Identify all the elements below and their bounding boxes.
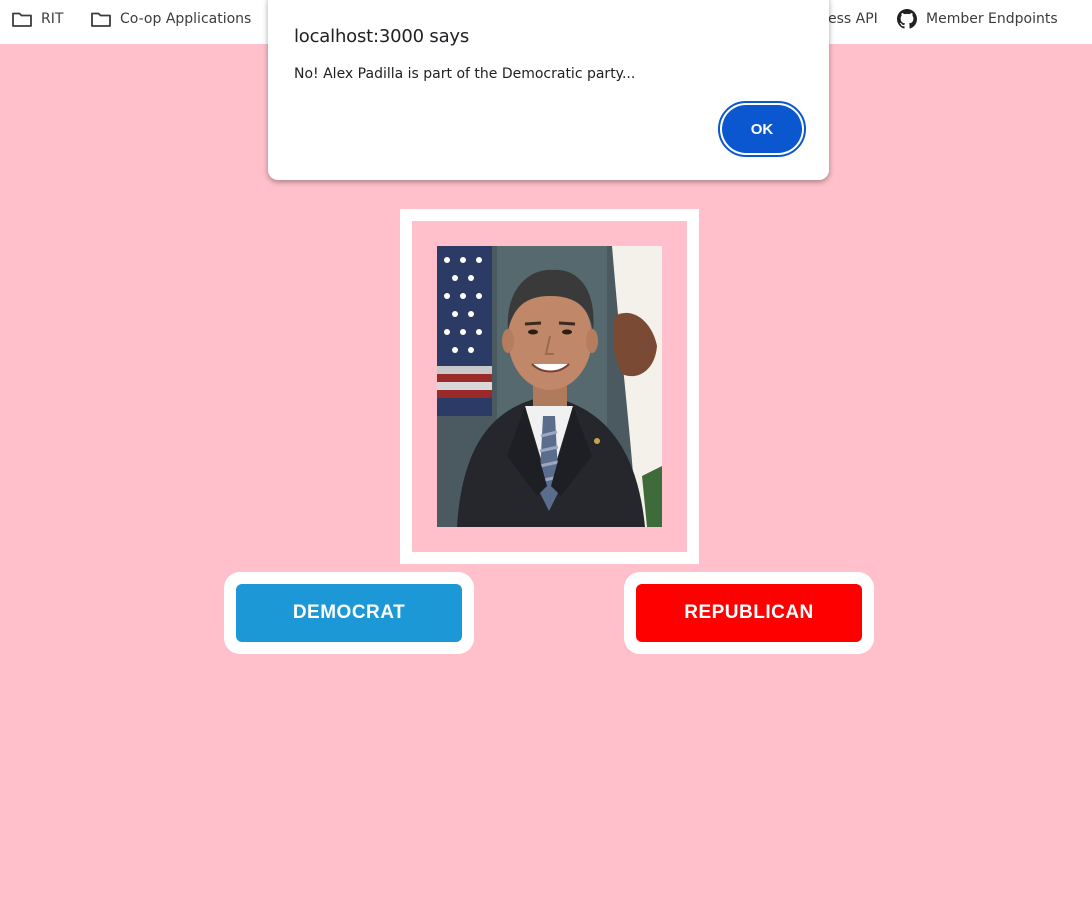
bookmark-coop-applications[interactable]: Co-op Applications bbox=[90, 0, 251, 37]
folder-icon bbox=[11, 9, 33, 29]
ok-button[interactable]: OK bbox=[718, 101, 806, 157]
bookmark-label: Member Endpoints bbox=[926, 10, 1058, 27]
bookmark-label: ess API bbox=[828, 10, 878, 27]
github-icon bbox=[896, 8, 918, 29]
senator-portrait bbox=[437, 246, 662, 527]
dialog-message: No! Alex Padilla is part of the Democrat… bbox=[294, 66, 636, 82]
bookmark-rit[interactable]: RIT bbox=[11, 0, 63, 37]
dialog-title: localhost:3000 says bbox=[294, 26, 470, 47]
bookmark-label: Co-op Applications bbox=[120, 10, 252, 27]
democrat-button-frame: DEMOCRAT bbox=[224, 572, 474, 654]
democrat-button[interactable]: DEMOCRAT bbox=[236, 584, 462, 642]
republican-button-frame: REPUBLICAN bbox=[624, 572, 874, 654]
republican-button[interactable]: REPUBLICAN bbox=[636, 584, 862, 642]
senator-photo-frame bbox=[400, 209, 699, 564]
bookmark-express-api[interactable]: ess API bbox=[828, 0, 878, 37]
bookmark-member-endpoints[interactable]: Member Endpoints bbox=[896, 0, 1058, 37]
alert-dialog: localhost:3000 says No! Alex Padilla is … bbox=[268, 0, 829, 180]
photo-mat bbox=[412, 221, 687, 552]
bookmark-label: RIT bbox=[41, 10, 64, 27]
folder-icon bbox=[90, 9, 112, 29]
